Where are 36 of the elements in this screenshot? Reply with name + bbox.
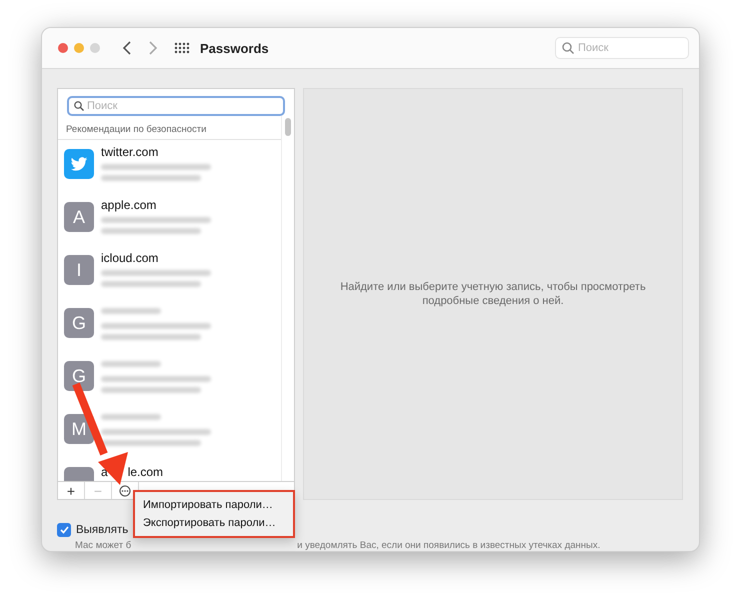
letter-avatar: G [64,308,94,338]
search-icon [74,101,84,111]
close-button[interactable] [58,43,68,53]
checkbox-label: Выявлять [76,524,128,536]
description-text: и уведомлять Вас, если они появились в известных утечках данных. [297,540,600,551]
checkbox[interactable] [57,523,71,537]
search-icon [562,42,574,54]
search-field[interactable]: Поиск [67,96,285,116]
blurred-text [101,414,161,420]
empty-message: Найдите или выберите учетную запись, чтобы просмотреть подробные сведения о ней. [339,280,647,308]
forward-button[interactable] [148,41,158,55]
window-title: Passwords [200,40,269,56]
section-header: Рекомендации по безопасности [58,116,281,140]
minimize-button[interactable] [74,43,84,53]
bird-icon [64,149,94,179]
grid-icon[interactable] [174,41,190,55]
letter-avatar: I [64,255,94,285]
letter-avatar: A [64,202,94,232]
account-row[interactable]: twitter.com [58,140,281,193]
blurred-text [101,308,161,314]
checkmark-icon [60,526,68,534]
account-domain: twitter.com [101,145,160,159]
letter-avatar: G [64,361,94,391]
description-text: Мас может б [75,540,132,551]
account-domain: a [101,465,108,479]
account-row[interactable]: A apple.com [58,193,281,246]
blurred-text [101,361,161,367]
account-row[interactable]: I icloud.com [58,246,281,299]
menu-item[interactable]: Экспортировать пароли… [143,515,293,531]
account-domain: le.com [128,465,164,479]
account-domain: icloud.com [101,251,160,265]
account-row[interactable]: a le.com [58,458,281,481]
scrollbar[interactable] [281,116,294,481]
menu-item[interactable]: Импортировать пароли… [143,497,293,513]
account-domain: apple.com [101,198,158,212]
back-button[interactable] [122,41,132,55]
